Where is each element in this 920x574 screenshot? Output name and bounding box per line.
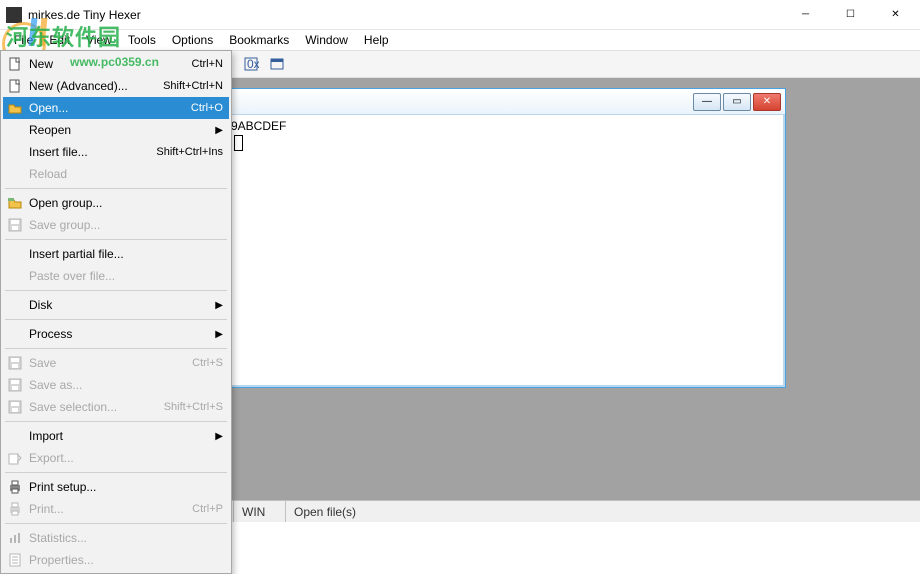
status-cell-mode: WIN — [234, 501, 286, 522]
hex-cursor — [234, 135, 243, 151]
menu-item-paste-over-file: Paste over file... — [3, 265, 229, 287]
menu-item-accelerator: Ctrl+S — [192, 357, 223, 369]
menu-item-label: New — [29, 57, 192, 71]
submenu-arrow-icon: ▶ — [215, 125, 223, 136]
child-minimize-button[interactable]: ― — [693, 93, 721, 111]
child-close-button[interactable]: ✕ — [753, 93, 781, 111]
menu-item-print-setup[interactable]: Print setup... — [3, 476, 229, 498]
close-button[interactable]: ✕ — [873, 1, 918, 29]
menu-item-label: Paste over file... — [29, 269, 223, 283]
export-icon — [7, 450, 23, 466]
menu-bookmarks[interactable]: Bookmarks — [221, 31, 297, 49]
menu-item-label: Disk — [29, 298, 223, 312]
menu-separator — [5, 239, 227, 240]
menu-item-label: Save group... — [29, 218, 223, 232]
menu-item-import[interactable]: Import▶ — [3, 425, 229, 447]
menu-item-new[interactable]: NewCtrl+N — [3, 53, 229, 75]
menu-item-reopen[interactable]: Reopen▶ — [3, 119, 229, 141]
submenu-arrow-icon: ▶ — [215, 329, 223, 340]
menu-item-properties: Properties... — [3, 549, 229, 571]
toolbar-win-icon[interactable] — [265, 53, 289, 75]
submenu-arrow-icon: ▶ — [215, 431, 223, 442]
status-cell-hint: Open file(s) — [286, 501, 920, 522]
titlebar: mirkes.de Tiny Hexer ─ ☐ ✕ — [0, 0, 920, 30]
menu-item-label: Statistics... — [29, 531, 223, 545]
menu-help[interactable]: Help — [356, 31, 397, 49]
menu-item-disk[interactable]: Disk▶ — [3, 294, 229, 316]
menu-item-open-group[interactable]: Open group... — [3, 192, 229, 214]
menu-separator — [5, 472, 227, 473]
menu-separator — [5, 319, 227, 320]
menu-item-label: Reopen — [29, 123, 223, 137]
menu-item-label: Export... — [29, 451, 223, 465]
menu-item-insert-file[interactable]: Insert file...Shift+Ctrl+Ins — [3, 141, 229, 163]
stats-icon — [7, 530, 23, 546]
menu-item-accelerator: Shift+Ctrl+Ins — [156, 146, 223, 158]
menu-options[interactable]: Options — [164, 31, 221, 49]
file-menu-dropdown: NewCtrl+NNew (Advanced)...Shift+Ctrl+NOp… — [0, 50, 232, 574]
menu-item-accelerator: Ctrl+O — [191, 102, 223, 114]
menu-item-label: Insert file... — [29, 145, 156, 159]
menu-item-statistics: Statistics... — [3, 527, 229, 549]
menu-window[interactable]: Window — [297, 31, 356, 49]
menu-tools[interactable]: Tools — [120, 31, 164, 49]
menu-item-insert-partial-file[interactable]: Insert partial file... — [3, 243, 229, 265]
menu-item-label: Reload — [29, 167, 223, 181]
menu-item-accelerator: Shift+Ctrl+S — [164, 401, 223, 413]
print-icon — [7, 479, 23, 495]
menu-separator — [5, 188, 227, 189]
menu-item-save-group: Save group... — [3, 214, 229, 236]
app-icon — [6, 7, 22, 23]
save-icon — [7, 399, 23, 415]
menu-view[interactable]: View — [78, 31, 120, 49]
open-icon — [7, 100, 23, 116]
print-icon — [7, 501, 23, 517]
menu-item-print: Print...Ctrl+P — [3, 498, 229, 520]
menu-item-save: SaveCtrl+S — [3, 352, 229, 374]
menu-item-label: Process — [29, 327, 223, 341]
menu-item-label: Open... — [29, 101, 191, 115]
menu-item-save-as: Save as... — [3, 374, 229, 396]
menu-item-label: Print... — [29, 502, 192, 516]
menu-item-export: Export... — [3, 447, 229, 469]
svg-text:0x: 0x — [247, 57, 259, 71]
menu-edit[interactable]: Edit — [41, 31, 78, 49]
menu-item-accelerator: Ctrl+P — [192, 503, 223, 515]
menu-item-label: Save selection... — [29, 400, 164, 414]
menu-item-new-advanced[interactable]: New (Advanced)...Shift+Ctrl+N — [3, 75, 229, 97]
menu-separator — [5, 290, 227, 291]
menu-separator — [5, 348, 227, 349]
minimize-button[interactable]: ─ — [783, 1, 828, 29]
menu-item-open[interactable]: Open...Ctrl+O — [3, 97, 229, 119]
menu-item-label: Open group... — [29, 196, 223, 210]
menu-item-label: Save — [29, 356, 192, 370]
menu-item-label: New (Advanced)... — [29, 79, 163, 93]
menu-item-reload: Reload — [3, 163, 229, 185]
menu-item-label: Import — [29, 429, 223, 443]
menu-separator — [5, 523, 227, 524]
new-icon — [7, 56, 23, 72]
toolbar-hex-icon[interactable]: 0x — [239, 53, 263, 75]
maximize-button[interactable]: ☐ — [828, 1, 873, 29]
child-maximize-button[interactable]: ▭ — [723, 93, 751, 111]
menu-item-accelerator: Ctrl+N — [192, 58, 223, 70]
menu-item-save-selection: Save selection...Shift+Ctrl+S — [3, 396, 229, 418]
menu-separator — [5, 421, 227, 422]
save-icon — [7, 355, 23, 371]
menu-item-label: Save as... — [29, 378, 223, 392]
props-icon — [7, 552, 23, 568]
menu-item-process[interactable]: Process▶ — [3, 323, 229, 345]
menu-item-label: Insert partial file... — [29, 247, 223, 261]
menu-item-label: Properties... — [29, 553, 223, 567]
menu-item-label: Print setup... — [29, 480, 223, 494]
menu-item-accelerator: Shift+Ctrl+N — [163, 80, 223, 92]
menubar: File Edit View Tools Options Bookmarks W… — [0, 30, 920, 50]
submenu-arrow-icon: ▶ — [215, 300, 223, 311]
save-group-icon — [7, 217, 23, 233]
new-icon — [7, 78, 23, 94]
menu-file[interactable]: File — [6, 31, 41, 49]
open-group-icon — [7, 195, 23, 211]
window-title: mirkes.de Tiny Hexer — [28, 8, 783, 22]
save-icon — [7, 377, 23, 393]
